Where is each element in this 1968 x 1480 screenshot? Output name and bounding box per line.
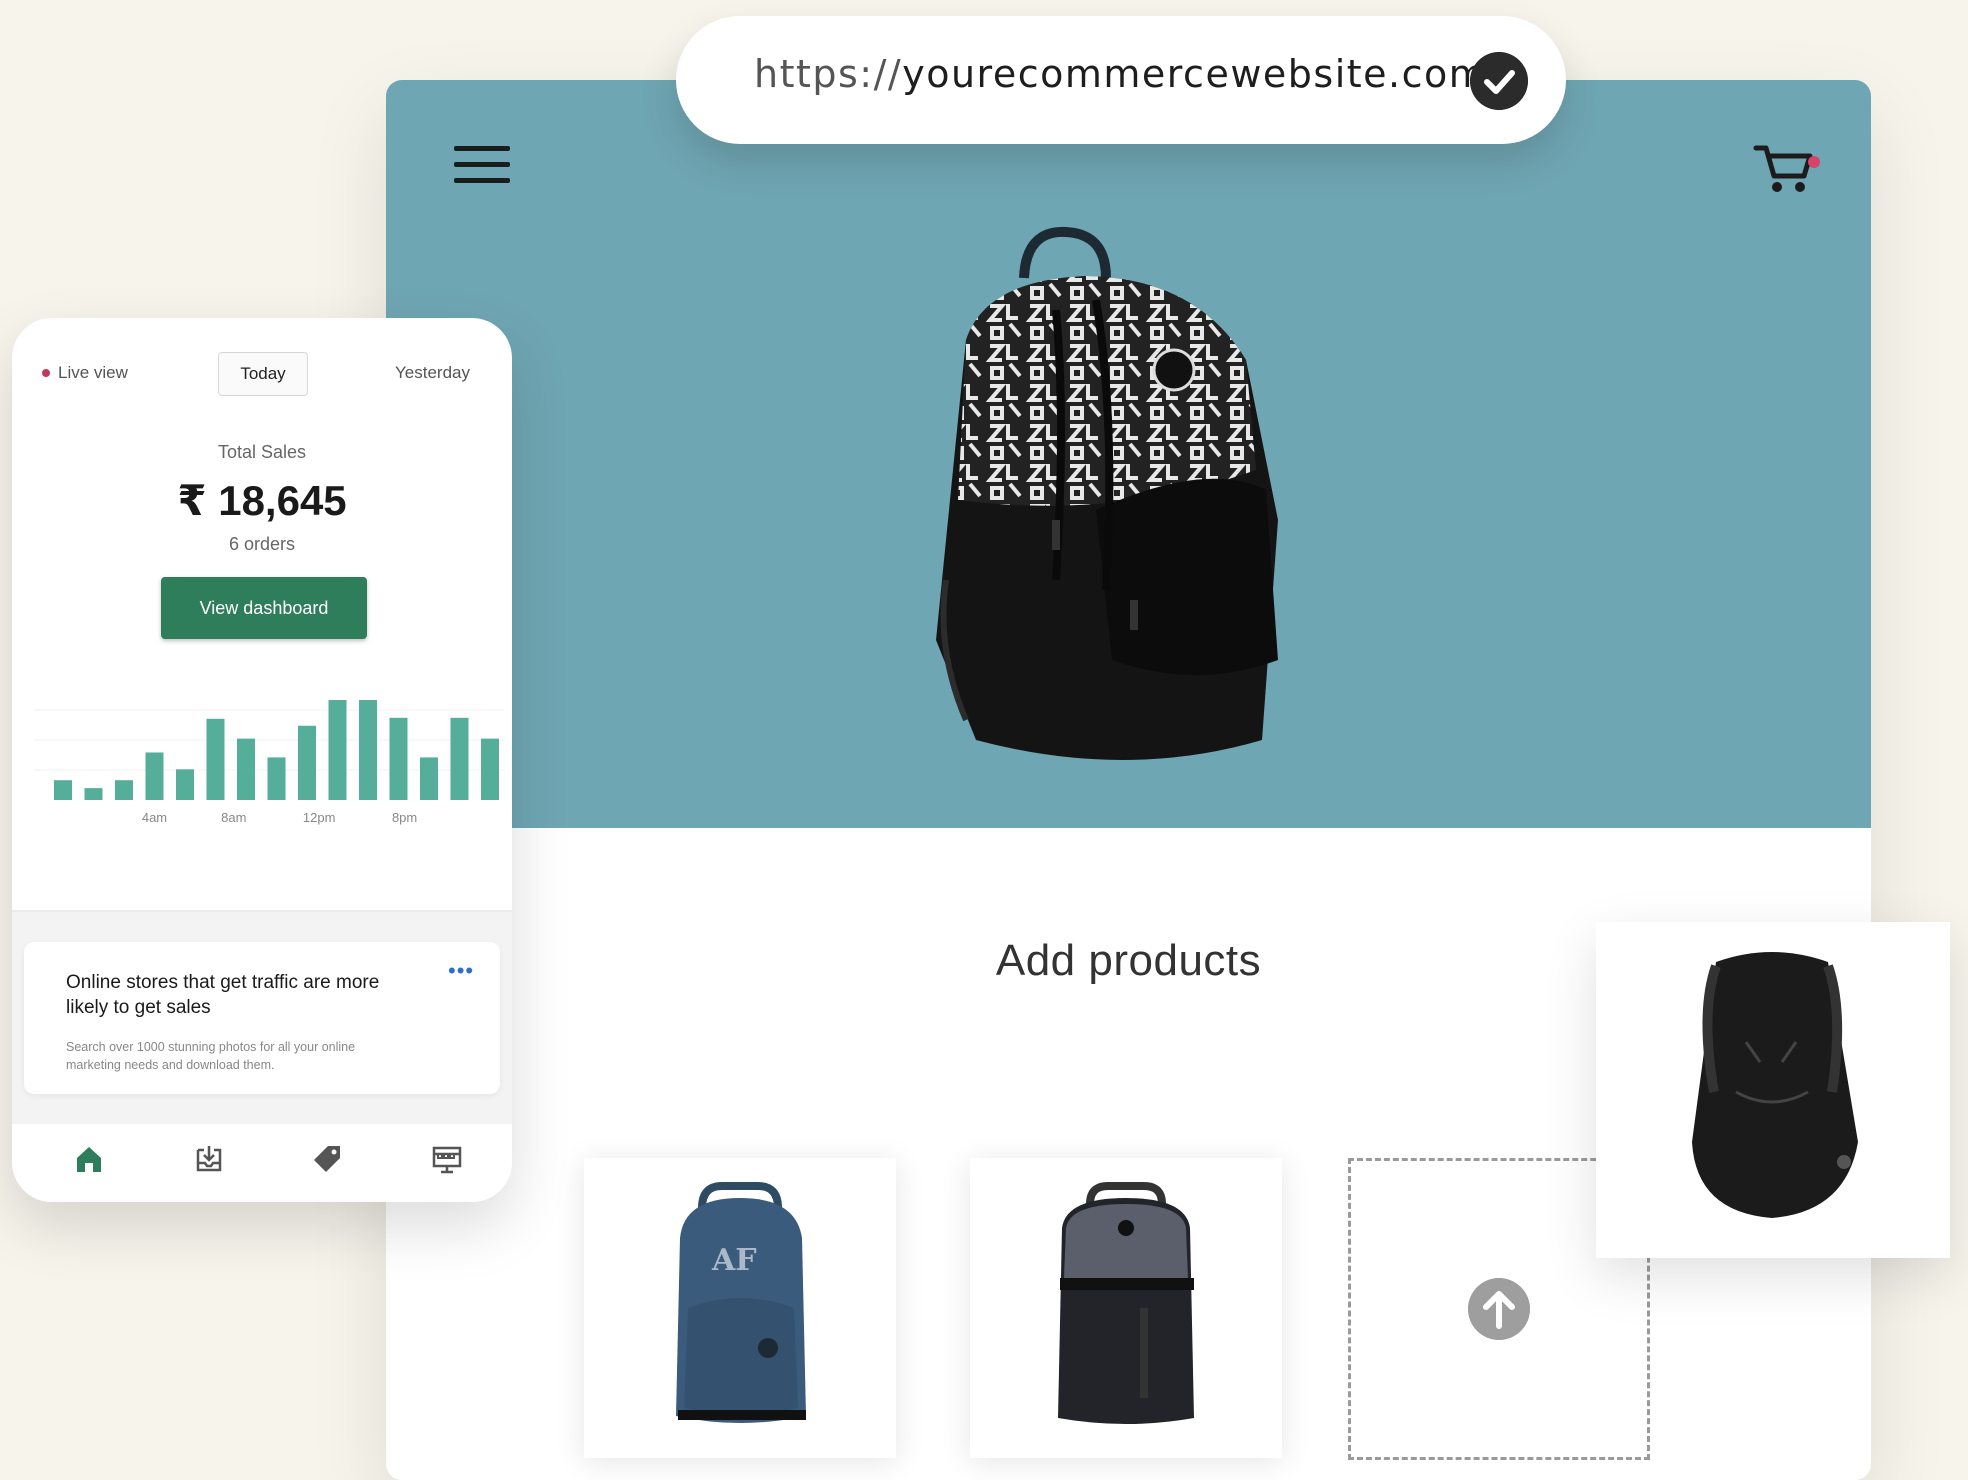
chart-bar	[481, 738, 499, 800]
chart-tick-label: 8am	[221, 810, 246, 825]
home-icon[interactable]	[72, 1142, 106, 1176]
chart-bar	[206, 718, 225, 800]
chart-bar	[328, 700, 347, 800]
time-range-tabs: Live view Today Yesterday	[12, 352, 512, 398]
product-card-black-backpack[interactable]	[1596, 922, 1950, 1258]
url-text: https://yourecommercewebsite.com	[754, 52, 1487, 96]
bottom-navigation	[12, 1124, 512, 1202]
hero-backpack-image	[936, 226, 1278, 760]
products-icon[interactable]	[310, 1142, 344, 1176]
total-sales-value: ₹ 18,645	[177, 477, 347, 524]
hamburger-menu-icon[interactable]	[454, 146, 510, 190]
black-backpack-image	[1692, 952, 1858, 1218]
orders-icon[interactable]	[192, 1142, 226, 1176]
chart-bar	[450, 717, 469, 800]
mobile-dashboard: Live view Today Yesterday Total Sales ₹ …	[12, 318, 512, 1202]
tip-description: Search over 1000 stunning photos for all…	[66, 1040, 356, 1072]
chart-bar	[359, 700, 377, 800]
chart-bar	[115, 780, 133, 800]
tab-live-view-label: Live view	[58, 363, 128, 382]
chart-tick-label: 12pm	[303, 810, 336, 825]
hero-banner	[386, 80, 1871, 828]
more-options-icon[interactable]: •••	[448, 958, 474, 984]
chart-bar	[176, 769, 194, 800]
chart-bar	[84, 788, 103, 800]
product-card-blue-backpack[interactable]: AF	[584, 1158, 896, 1458]
url-bar[interactable]: https://yourecommercewebsite.com	[676, 16, 1566, 144]
svg-text:AF: AF	[711, 1243, 757, 1278]
chart-bar	[145, 752, 164, 800]
tip-title: Online stores that get traffic are more …	[66, 972, 380, 1018]
chart-bar	[389, 717, 408, 800]
tip-section: Online stores that get traffic are more …	[12, 910, 512, 1126]
chart-tick-label: 8pm	[392, 810, 417, 825]
chart-bar	[54, 780, 72, 800]
tab-yesterday[interactable]: Yesterday	[395, 352, 470, 394]
total-sales-label: Total Sales	[217, 442, 307, 462]
chart-bar	[298, 725, 316, 800]
live-indicator-dot	[42, 369, 50, 377]
view-dashboard-button[interactable]: View dashboard	[161, 577, 367, 639]
grey-backpack-image	[1058, 1182, 1194, 1424]
chart-bar	[237, 738, 255, 800]
chart-bar	[267, 757, 286, 800]
shopping-cart-icon[interactable]	[1752, 140, 1816, 196]
product-card-grey-backpack[interactable]	[970, 1158, 1282, 1458]
online-store-icon[interactable]	[430, 1142, 464, 1176]
chart-tick-label: 4am	[142, 810, 167, 825]
orders-count: 6 orders	[228, 534, 296, 554]
checkmark-icon	[1470, 52, 1528, 110]
url-protocol: https://	[754, 52, 903, 96]
tab-today[interactable]: Today	[218, 352, 308, 396]
url-domain: yourecommercewebsite.com	[902, 52, 1488, 96]
tip-card[interactable]: Online stores that get traffic are more …	[24, 942, 500, 1094]
blue-backpack-image: AF	[676, 1182, 806, 1423]
tab-live-view[interactable]: Live view	[38, 352, 128, 394]
arrow-up-icon[interactable]	[1468, 1278, 1530, 1340]
cart-notification-dot	[1808, 156, 1820, 168]
store-preview: Add products AF	[386, 80, 1871, 1480]
sales-bar-chart: 4am 8am 12pm 8pm	[34, 700, 504, 825]
chart-bar	[420, 757, 438, 800]
